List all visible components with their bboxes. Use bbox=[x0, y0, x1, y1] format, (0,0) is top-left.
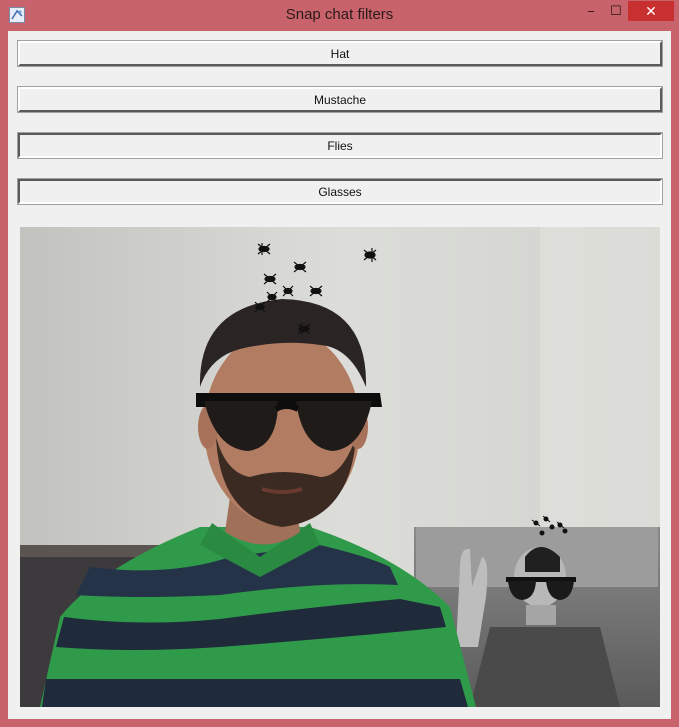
flies-button[interactable]: Flies bbox=[17, 132, 663, 159]
maximize-button[interactable]: ☐ bbox=[604, 1, 628, 21]
title-bar[interactable]: Snap chat filters − ☐ ✕ bbox=[0, 0, 679, 32]
webcam-frame bbox=[20, 227, 660, 707]
close-button[interactable]: ✕ bbox=[628, 1, 674, 21]
client-area: Hat Mustache Flies Glasses bbox=[8, 31, 671, 719]
hat-button[interactable]: Hat bbox=[17, 40, 663, 67]
webcam-view bbox=[20, 227, 660, 707]
minimize-button[interactable]: − bbox=[578, 1, 604, 21]
app-window: Snap chat filters − ☐ ✕ Hat Mustache Fli… bbox=[0, 0, 679, 727]
glasses-button[interactable]: Glasses bbox=[17, 178, 663, 205]
mustache-button[interactable]: Mustache bbox=[17, 86, 663, 113]
